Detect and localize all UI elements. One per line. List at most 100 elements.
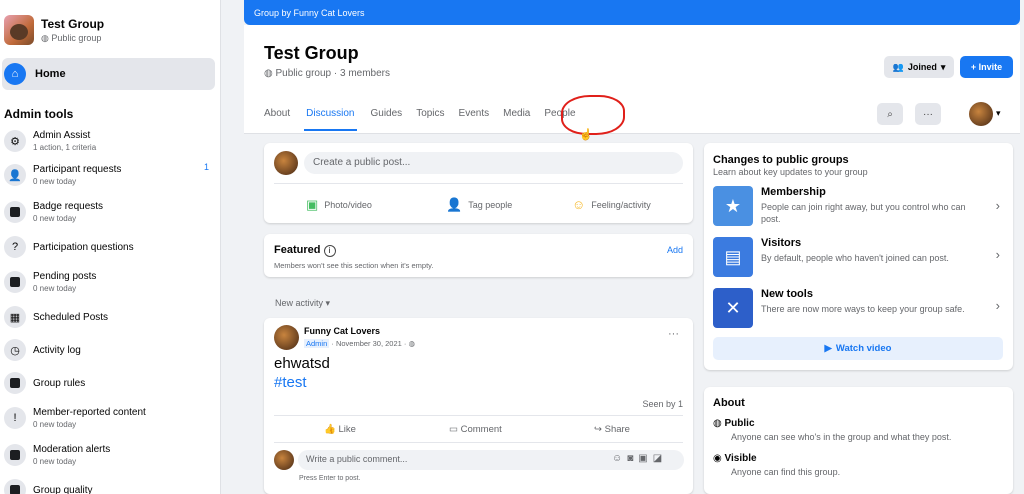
gif-icon[interactable]: ▣ [638, 453, 652, 464]
membership-item[interactable]: ★ Membership People can join right away, … [713, 186, 981, 226]
joined-button[interactable]: 👥 Joined ▾ [884, 56, 954, 78]
chevron-right-icon[interactable]: › [996, 247, 1000, 262]
about-visible-desc: Anyone can find this group. [731, 467, 841, 477]
action-label: Feeling/activity [591, 199, 651, 210]
sidebar-item-moderation-alerts[interactable]: Moderation alerts 0 new today [0, 436, 220, 474]
admin-tools-menu: ⚙ Admin Assist 1 action, 1 criteria 👤 Par… [0, 126, 220, 494]
share-button[interactable]: ↪ Share [594, 424, 630, 435]
sidebar-item-sub: 0 new today [33, 214, 77, 223]
watch-video-button[interactable]: ▶ Watch video [713, 337, 1003, 360]
about-visible: ◉ Visible [713, 453, 757, 464]
group-meta: ◍ Public group · 3 members [264, 68, 391, 79]
like-button[interactable]: 👍 Like [324, 424, 356, 435]
sidebar-item-label: Group quality [33, 484, 93, 494]
chevron-right-icon[interactable]: › [996, 298, 1000, 313]
emoji-icon[interactable]: ☺ [612, 453, 627, 464]
sidebar-item-badge-requests[interactable]: Badge requests 0 new today [0, 194, 220, 230]
create-post-input[interactable]: Create a public post... [304, 152, 683, 174]
tag-people-button[interactable]: 👤 Tag people [446, 197, 512, 213]
person-add-icon: 👤 [4, 164, 26, 186]
photo-video-button[interactable]: ▣ Photo/video [306, 197, 372, 213]
sidebar-item-scheduled-posts[interactable]: ▦ Scheduled Posts [0, 300, 220, 334]
sidebar-item-admin-assist[interactable]: ⚙ Admin Assist 1 action, 1 criteria [0, 126, 220, 156]
post-date[interactable]: November 30, 2021 [336, 339, 402, 348]
action-label: Tag people [468, 200, 513, 210]
group-tabs: About Discussion Guides Topics Events Me… [264, 102, 590, 131]
group-name: Test Group [41, 16, 105, 31]
comment-button[interactable]: ▭ Comment [449, 424, 502, 435]
feeling-activity-button[interactable]: ☺ Feeling/activity [572, 197, 651, 212]
sort-feed-dropdown[interactable]: New activity ▾ [275, 298, 330, 309]
post-menu-button[interactable]: ··· [668, 328, 679, 340]
add-featured-link[interactable]: Add [667, 245, 683, 255]
sidebar-item-sub: 1 action, 1 criteria [33, 143, 97, 152]
comment-tools[interactable]: ☺◙▣◪ [612, 453, 667, 464]
hand-cursor-icon: ☝ [579, 129, 593, 141]
tab-about[interactable]: About [264, 102, 290, 131]
comment-label: Comment [460, 424, 502, 435]
item-title: Visible [724, 453, 757, 464]
profile-avatar[interactable] [969, 102, 993, 126]
eye-icon: ◉ [713, 453, 722, 464]
sidebar-item-label: Pending posts [33, 271, 97, 282]
avatar [274, 151, 298, 175]
chevron-right-icon[interactable]: › [996, 198, 1000, 213]
visitors-icon: ▤ [713, 237, 753, 277]
sidebar-item-group-quality[interactable]: Group quality [0, 474, 220, 494]
sidebar-item-sub: 0 new today [33, 457, 77, 466]
sidebar-item-label: Home [35, 68, 66, 80]
seen-by[interactable]: Seen by 1 [642, 399, 683, 409]
hashtag-link[interactable]: #test [274, 374, 307, 391]
caret-down-icon[interactable]: ▾ [996, 108, 1001, 119]
invite-button[interactable]: + Invite [960, 56, 1013, 78]
sidebar-item-participation-questions[interactable]: ? Participation questions [0, 230, 220, 264]
caret-down-icon: ▾ [940, 61, 946, 72]
sidebar-item-label: Badge requests [33, 201, 104, 212]
tab-events[interactable]: Events [459, 102, 490, 131]
changes-card: Changes to public groups Learn about key… [704, 143, 1013, 370]
sidebar-item-pending-posts[interactable]: Pending posts 0 new today [0, 264, 220, 300]
tab-media[interactable]: Media [503, 102, 530, 131]
group-header[interactable]: Test Group ◍ Public group [0, 0, 220, 48]
camera-icon[interactable]: ◙ [627, 453, 638, 464]
group-by-banner[interactable]: Group by Funny Cat Lovers [244, 0, 1020, 25]
share-icon: ↪ [594, 424, 602, 435]
admin-sidebar: Test Group ◍ Public group ⌂ Home Admin t… [0, 0, 221, 494]
sidebar-item-participant-requests[interactable]: 👤 Participant requests 0 new today 1 [0, 156, 220, 194]
search-button[interactable]: ⌕ [877, 103, 903, 125]
avatar[interactable] [274, 325, 299, 350]
tab-topics[interactable]: Topics [416, 102, 444, 131]
sidebar-item-label: Moderation alerts [33, 444, 111, 455]
sidebar-item-label: Member-reported content [33, 407, 146, 418]
sticker-icon[interactable]: ◪ [653, 453, 667, 464]
sidebar-item-group-rules[interactable]: Group rules [0, 366, 220, 400]
sidebar-item-label: Participation questions [33, 241, 134, 253]
divider [274, 415, 683, 416]
sidebar-item-sub: 0 new today [33, 420, 77, 429]
alert-icon [4, 444, 26, 466]
report-icon: ! [4, 407, 26, 429]
members-icon: 👥 [892, 61, 904, 72]
like-label: Like [338, 424, 356, 435]
tab-guides[interactable]: Guides [371, 102, 403, 131]
sidebar-item-member-reported-content[interactable]: ! Member-reported content 0 new today [0, 400, 220, 436]
role-badge: Admin [304, 339, 330, 348]
annotation-circle [561, 95, 625, 135]
pending-posts-icon [4, 271, 26, 293]
more-button[interactable]: ··· [915, 103, 941, 125]
item-desc: By default, people who haven't joined ca… [761, 253, 949, 263]
visitors-item[interactable]: ▤ Visitors By default, people who haven't… [713, 237, 981, 277]
new-tools-item[interactable]: ✕ New tools There are now more ways to ke… [713, 288, 981, 328]
action-label: Photo/video [324, 200, 372, 210]
about-public: ◍ Public [713, 418, 755, 429]
home-icon: ⌂ [4, 63, 26, 85]
joined-label: Joined [907, 62, 937, 72]
post-author[interactable]: Funny Cat Lovers [304, 326, 380, 336]
changes-title: Changes to public groups [713, 154, 849, 166]
group-thumbnail [4, 15, 34, 45]
avatar [274, 450, 294, 470]
sidebar-item-activity-log[interactable]: ◷ Activity log [0, 334, 220, 366]
about-title: About [713, 397, 745, 409]
tab-discussion[interactable]: Discussion [304, 102, 357, 131]
sidebar-item-home[interactable]: ⌂ Home [2, 58, 215, 90]
